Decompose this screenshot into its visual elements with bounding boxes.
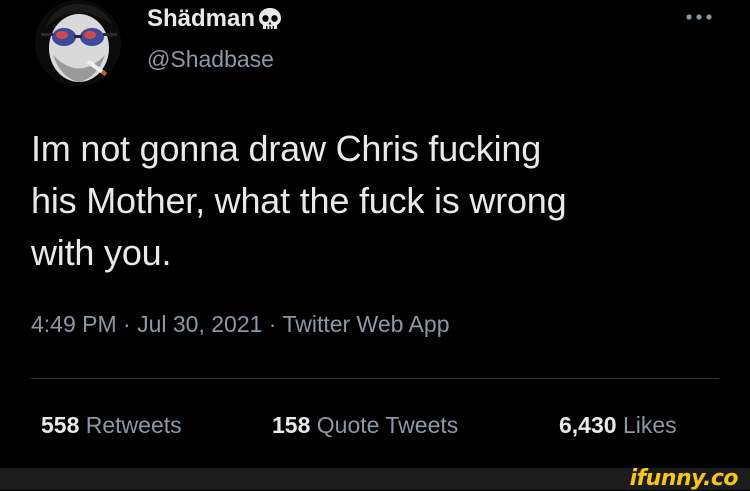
retweets-count: 558 bbox=[41, 412, 80, 438]
retweets-stat[interactable]: 558 Retweets bbox=[41, 412, 182, 439]
ifunny-watermark: ifunny.co bbox=[629, 466, 739, 491]
avatar-image bbox=[35, 0, 121, 86]
avatar[interactable] bbox=[35, 0, 121, 86]
display-name-text: Shädman bbox=[147, 5, 256, 32]
skull-icon bbox=[257, 6, 283, 32]
likes-label: Likes bbox=[622, 412, 677, 438]
tweet-text: Im not gonna draw Chris fucking his Moth… bbox=[31, 128, 567, 273]
tweet-timestamp[interactable]: 4:49 PM · Jul 30, 2021 · Twitter Web App bbox=[31, 311, 449, 338]
quote-tweets-stat[interactable]: 158 Quote Tweets bbox=[272, 412, 458, 439]
likes-stat[interactable]: 6,430 Likes bbox=[559, 412, 677, 439]
divider bbox=[31, 378, 719, 379]
quote-tweets-label: Quote Tweets bbox=[316, 412, 459, 438]
tweet-card: Shädman @Shadbase Im not gonna draw Chri… bbox=[0, 0, 750, 468]
likes-count: 6,430 bbox=[559, 412, 617, 438]
watermark-bar: ifunny.co bbox=[0, 466, 750, 491]
retweets-label: Retweets bbox=[85, 412, 182, 438]
user-handle[interactable]: @Shadbase bbox=[147, 46, 274, 73]
display-name[interactable]: Shädman bbox=[147, 5, 283, 33]
quote-tweets-count: 158 bbox=[272, 412, 311, 438]
more-options-icon[interactable] bbox=[684, 8, 714, 26]
